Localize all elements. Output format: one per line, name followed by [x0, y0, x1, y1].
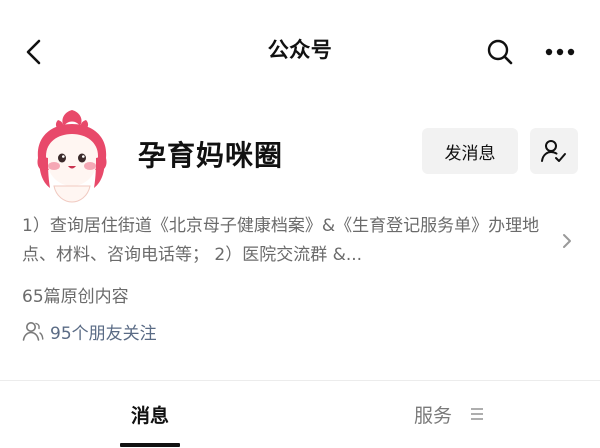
account-profile: 孕育妈咪圈 发消息 1）查询居住街道《北京母子健康档案》&《生育登记服务单》办理…	[0, 104, 600, 380]
friends-following-text: 95个朋友关注	[50, 323, 157, 344]
original-article-count[interactable]: 65篇原创内容	[22, 282, 129, 307]
tab-messages-label: 消息	[130, 405, 169, 427]
account-name: 孕育妈咪圈	[138, 139, 284, 172]
follow-status-button[interactable]	[530, 128, 578, 174]
tab-services[interactable]: 服务	[400, 381, 500, 448]
avatar[interactable]	[28, 106, 116, 204]
friends-icon	[22, 320, 44, 342]
followed-person-check-icon	[541, 140, 566, 162]
account-description: 1）查询居住街道《北京母子健康档案》&《生育登记服务单》办理地点、材料、咨询电话…	[22, 216, 540, 265]
more-dots-icon	[545, 48, 575, 56]
active-tab-indicator	[120, 443, 180, 447]
menu-lines-icon	[471, 408, 483, 420]
tab-bar: 消息 服务	[0, 381, 600, 448]
send-message-button[interactable]: 发消息	[422, 128, 518, 174]
search-button[interactable]	[480, 32, 520, 72]
friends-following-row[interactable]: 95个朋友关注	[22, 318, 157, 344]
tab-messages[interactable]: 消息	[110, 381, 190, 448]
top-nav-bar: 公众号	[0, 0, 600, 104]
more-button[interactable]	[538, 32, 582, 72]
expand-arrow-icon[interactable]	[556, 230, 578, 252]
tab-services-label: 服务	[414, 405, 453, 427]
account-description-row[interactable]: 1）查询居住街道《北京母子健康档案》&《生育登记服务单》办理地点、材料、咨询电话…	[22, 212, 582, 272]
search-icon	[487, 39, 513, 65]
strawberry-mascot-avatar	[37, 110, 107, 203]
